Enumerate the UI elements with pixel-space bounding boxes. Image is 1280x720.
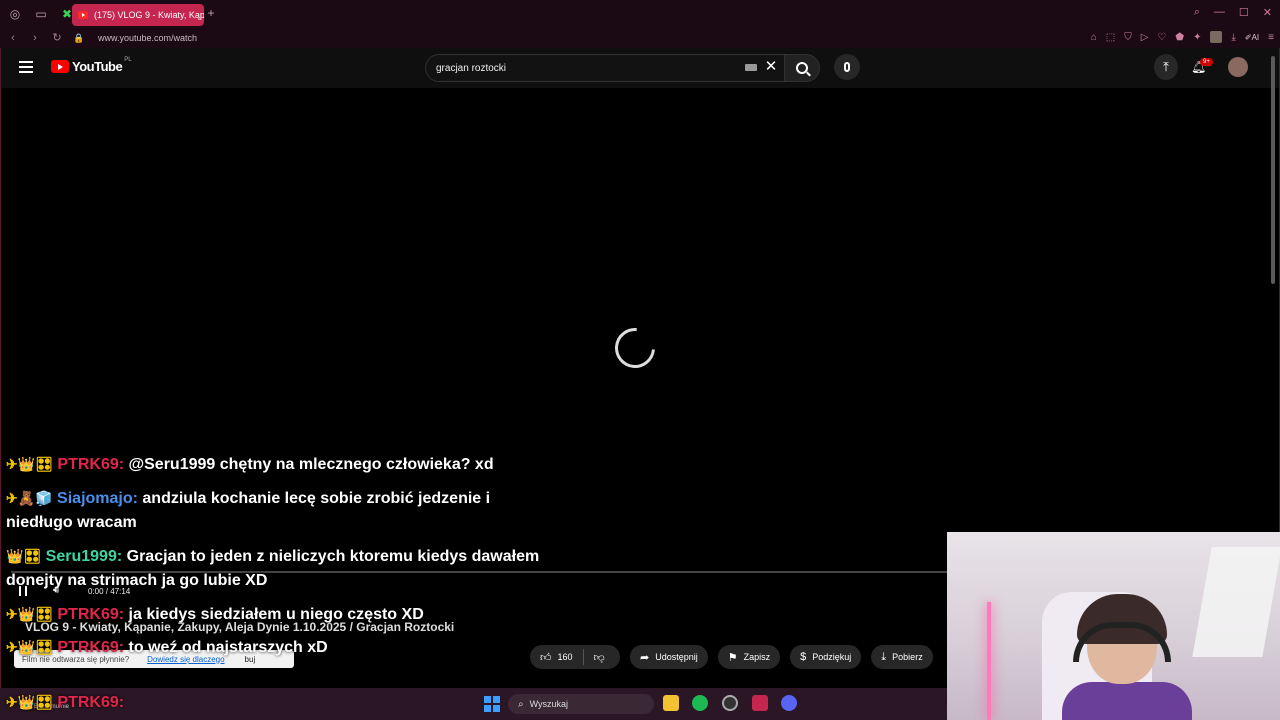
window-controls: ⌕ — ☐ ✕	[1194, 6, 1272, 19]
bookmark-icon: ⚑	[727, 651, 738, 664]
screen: ◎ ▭ ✖ (175) VLOG 9 - Kwiaty, Kąp + ⌕ — ☐…	[0, 0, 1280, 720]
taskbar-search-placeholder: Wyszukaj	[529, 699, 569, 709]
spotify-icon[interactable]	[692, 695, 708, 711]
search-icon: ⌕	[518, 698, 524, 710]
adblock-icon[interactable]: ⬟	[1175, 32, 1184, 43]
user-badges: ✈👑🎛	[6, 639, 53, 655]
chat-username: Siajomajo:	[57, 490, 138, 507]
search-icon	[796, 62, 808, 74]
softbox-light	[1192, 547, 1280, 657]
youtube-favicon-icon	[78, 11, 88, 19]
share-button[interactable]: ➦ Udostępnij	[630, 645, 708, 669]
chat-message: ✈👑🎛 PTRK69: @Seru1999 chętny na mleczneg…	[6, 452, 546, 477]
lock-icon: 🔒	[73, 33, 85, 43]
share-label: Udostępnij	[655, 652, 698, 662]
forward-button[interactable]: ›	[26, 29, 44, 47]
region-code: PL	[124, 56, 132, 63]
webcam-overlay	[947, 532, 1280, 720]
address-bar: ‹ › ↻ 🔒 www.youtube.com/watch	[0, 28, 1280, 48]
chat-username: PTRK69:	[57, 606, 125, 623]
loading-spinner-icon	[606, 319, 664, 377]
streamer-shirt	[1062, 682, 1192, 720]
dislike-button[interactable]: 👎︎	[584, 645, 615, 669]
chat-message: ✈👑🎛 PTRK69: to weź od najstarszych xD	[6, 635, 546, 660]
shield-icon[interactable]: ⛉	[1124, 32, 1132, 43]
chat-message: ✈🧸🧊 Siajomajo: andziula kochanie lecę so…	[6, 486, 546, 535]
chat-message: ✈👑🎛 PTRK69:	[6, 690, 124, 715]
chat-username: Seru1999:	[45, 548, 123, 565]
new-tab-button[interactable]: +	[204, 6, 218, 20]
notification-badge: 9+	[1200, 58, 1213, 66]
save-button[interactable]: ⚑ Zapisz	[717, 645, 781, 669]
like-count: 160	[557, 652, 573, 662]
user-badges: ✈👑🎛	[6, 606, 53, 622]
user-badges: 👑🎛	[6, 548, 42, 564]
keyboard-icon[interactable]	[745, 64, 757, 71]
voice-search-button[interactable]	[834, 54, 860, 80]
close-window-button[interactable]: ✕	[1263, 6, 1272, 19]
download-button[interactable]: ⤓ Pobierz	[871, 645, 933, 669]
chat-text: to weź od najstarszych xD	[128, 639, 328, 656]
search-button[interactable]	[784, 54, 820, 82]
back-button[interactable]: ‹	[4, 29, 22, 47]
obs-icon[interactable]	[722, 695, 738, 711]
chat-message: 👑🎛 Seru1999: Gracjan to jeden z nieliczy…	[6, 544, 546, 593]
account-avatar[interactable]	[1228, 57, 1248, 77]
file-explorer-icon[interactable]	[663, 695, 679, 711]
chat-text: @Seru1999 chętny na mlecznego człowieka?…	[128, 456, 494, 473]
thumbs-down-icon: 👎︎	[593, 651, 605, 664]
windows-start-icon[interactable]	[484, 696, 500, 712]
stream-chat-overlay: ✈👑🎛 PTRK69: @Seru1999 chętny na mleczneg…	[6, 452, 546, 670]
share-icon: ➦	[640, 651, 650, 664]
download-icon: ⤓	[881, 650, 887, 663]
user-badges: ✈👑🎛	[6, 694, 53, 710]
video-actions: 👍︎ 160 👎︎ ➦ Udostępnij ⚑ Zapisz $ Podziękuj …	[530, 645, 943, 669]
thanks-label: Podziękuj	[812, 652, 852, 662]
gaming-icon[interactable]: ▭	[30, 3, 52, 25]
menu-icon[interactable]: ≡	[1268, 32, 1274, 43]
youtube-header: YouTube PL gracjan roztocki	[1, 48, 1279, 88]
taskbar-search[interactable]: ⌕ Wyszukaj	[508, 694, 654, 714]
player-icon[interactable]: ▷	[1141, 32, 1149, 43]
browser-taskbar-icon[interactable]	[752, 695, 768, 711]
youtube-play-icon	[51, 60, 69, 73]
youtube-logo-text: YouTube	[72, 59, 123, 74]
browser-tab-active[interactable]: (175) VLOG 9 - Kwiaty, Kąp	[72, 4, 204, 26]
download-icon[interactable]: ⤓	[1231, 32, 1235, 43]
pin-icon[interactable]: ⌂	[1091, 32, 1097, 43]
reload-button[interactable]: ↻	[48, 29, 66, 47]
discord-icon[interactable]	[781, 695, 797, 711]
chat-username: PTRK69:	[57, 456, 125, 473]
search-tabs-icon[interactable]: ⌕	[1194, 6, 1200, 19]
screenshot-icon[interactable]: ⬚	[1106, 32, 1115, 43]
ai-button[interactable]: ✐AI	[1245, 33, 1259, 42]
browser-menu-icon[interactable]: ◎	[4, 3, 26, 25]
tab-title: (175) VLOG 9 - Kwiaty, Kąp	[94, 10, 204, 20]
user-badges: ✈👑🎛	[6, 456, 53, 472]
user-badges: ✈🧸🧊	[6, 490, 53, 506]
download-label: Pobierz	[892, 652, 923, 662]
search-input[interactable]: gracjan roztocki	[425, 54, 785, 82]
url-field[interactable]: www.youtube.com/watch	[98, 33, 197, 43]
hamburger-menu-icon[interactable]	[19, 61, 33, 73]
maximize-button[interactable]: ☐	[1239, 6, 1249, 19]
chat-username: PTRK69:	[57, 694, 125, 711]
page-scrollbar[interactable]	[1271, 56, 1275, 284]
chat-text: ja kiedys siedziałem u niego często XD	[128, 606, 424, 623]
youtube-logo[interactable]: YouTube PL	[51, 56, 132, 74]
heart-icon[interactable]: ♡	[1157, 32, 1166, 43]
create-upload-icon[interactable]: ⤒	[1154, 54, 1178, 80]
thanks-button[interactable]: $ Podziękuj	[790, 645, 862, 669]
clear-search-icon[interactable]: ✕	[764, 58, 778, 76]
chat-username: PTRK69:	[57, 639, 125, 656]
profile-icon[interactable]	[1210, 31, 1223, 43]
browser-extension-bar: ⌂ ⬚ ⛉ ▷ ♡ ⬟ ✦ ⤓ ✐AI ≡	[1091, 31, 1274, 43]
microphone-icon	[844, 62, 850, 72]
thanks-icon: $	[800, 651, 807, 663]
save-label: Zapisz	[743, 652, 771, 662]
puzzle-icon[interactable]: ✦	[1193, 32, 1201, 43]
minimize-button[interactable]: —	[1214, 6, 1225, 19]
chat-message: ✈👑🎛 PTRK69: ja kiedys siedziałem u niego…	[6, 602, 546, 627]
led-light-bar	[987, 602, 991, 720]
